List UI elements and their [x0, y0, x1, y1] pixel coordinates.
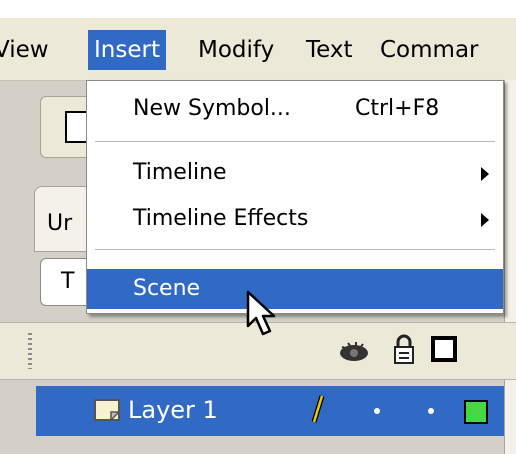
- timeline-label: Timeline: [133, 160, 227, 185]
- lock-dot[interactable]: [428, 408, 434, 414]
- mouse-cursor-icon: [246, 290, 276, 336]
- pencil-icon: [311, 395, 325, 423]
- new-symbol-label: New Symbol...: [133, 96, 291, 121]
- layer-name: Layer 1: [128, 396, 218, 424]
- menu-item-timeline-effects[interactable]: Timeline Effects: [87, 199, 503, 239]
- insert-menu-dropdown: New Symbol... Ctrl+F8 Timeline Timeline …: [86, 80, 504, 314]
- submenu-arrow-icon: [481, 167, 489, 181]
- menu-insert[interactable]: Insert: [88, 30, 166, 70]
- panel-grip[interactable]: [28, 333, 32, 369]
- submenu-arrow-icon: [481, 213, 489, 227]
- timeline-effects-label: Timeline Effects: [133, 206, 309, 231]
- lock-icon[interactable]: [392, 333, 416, 365]
- eye-icon[interactable]: [338, 339, 370, 363]
- menu-commands[interactable]: Commar: [374, 30, 485, 70]
- visibility-dot[interactable]: [374, 408, 380, 414]
- menu-item-scene[interactable]: Scene: [87, 269, 503, 309]
- layer-row[interactable]: Layer 1: [36, 386, 504, 436]
- right-panel-edge: [504, 80, 516, 454]
- menu-bar: View Insert Modify Text Commar: [0, 0, 516, 81]
- window-top-edge: [0, 0, 516, 18]
- outline-icon[interactable]: [430, 335, 458, 363]
- menu-modify[interactable]: Modify: [192, 30, 280, 70]
- menu-text[interactable]: Text: [300, 30, 359, 70]
- menu-item-new-symbol[interactable]: New Symbol... Ctrl+F8: [87, 89, 503, 129]
- scene-selector-label: T: [61, 269, 75, 294]
- layer-icon: [94, 399, 121, 422]
- menu-separator: [95, 249, 495, 250]
- new-symbol-shortcut: Ctrl+F8: [355, 96, 440, 121]
- menu-separator: [95, 141, 495, 142]
- outline-color-swatch[interactable]: [464, 400, 488, 424]
- menu-item-timeline[interactable]: Timeline: [87, 153, 503, 193]
- document-tab-label: Ur: [47, 211, 73, 236]
- menu-view[interactable]: View: [0, 30, 55, 70]
- scene-label: Scene: [133, 276, 201, 301]
